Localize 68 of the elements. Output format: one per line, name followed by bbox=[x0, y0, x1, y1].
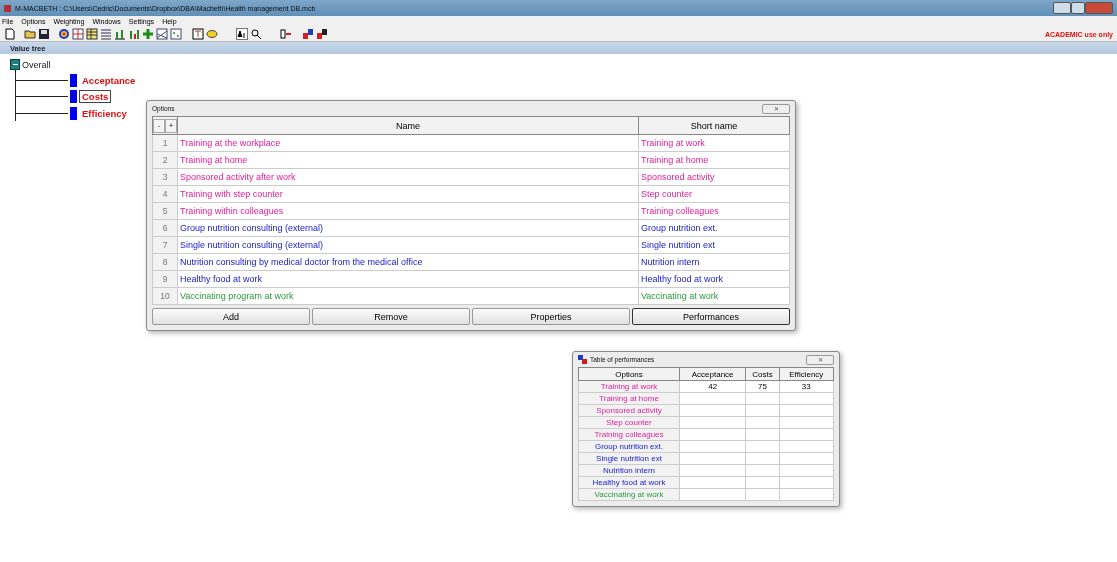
save-icon[interactable] bbox=[38, 28, 50, 40]
option-short-name: Training at home bbox=[599, 394, 659, 403]
option-short-name: Healthy food at work bbox=[641, 274, 724, 284]
plus-icon[interactable] bbox=[142, 28, 154, 40]
action-button[interactable]: Properties bbox=[472, 308, 630, 325]
option-short-name: Single nutrition ext bbox=[596, 454, 662, 463]
bar-chart-icon[interactable] bbox=[128, 28, 140, 40]
column-header: Costs bbox=[745, 367, 780, 381]
action-button[interactable]: Remove bbox=[312, 308, 470, 325]
node-marker bbox=[70, 90, 77, 104]
option-short-name: Single nutrition ext bbox=[641, 240, 716, 250]
list-icon[interactable] bbox=[100, 28, 112, 40]
column-header: Short name bbox=[638, 116, 790, 135]
option-short-name: Training at work bbox=[641, 138, 705, 148]
option-short-name: Group nutrition ext. bbox=[594, 442, 663, 451]
minimize-button[interactable] bbox=[1053, 2, 1071, 14]
scatter-icon[interactable] bbox=[170, 28, 182, 40]
option-short-name: Group nutrition ext. bbox=[641, 223, 718, 233]
node-marker bbox=[70, 106, 77, 120]
tree-node-label[interactable]: Overall bbox=[22, 59, 51, 70]
action-button[interactable]: Performances bbox=[632, 308, 790, 325]
option-name: Training with step counter bbox=[180, 189, 283, 199]
app-icon bbox=[4, 4, 11, 12]
score-value: 33 bbox=[779, 380, 834, 393]
option-name: Training within colleagues bbox=[180, 206, 284, 216]
option-short-name: Vaccinating at work bbox=[594, 490, 664, 499]
option-name: Sponsored activity after work bbox=[180, 172, 296, 182]
option-short-name: Vaccinating at work bbox=[641, 291, 719, 301]
option-name: Healthy food at work bbox=[180, 274, 263, 284]
option-name: Single nutrition consulting (external) bbox=[180, 240, 324, 250]
score-value: 42 bbox=[679, 380, 746, 393]
option-short-name: Nutrition intern bbox=[603, 466, 655, 475]
collapse-toggle[interactable] bbox=[10, 59, 20, 70]
option-short-name: Step counter bbox=[606, 418, 652, 427]
tree-node-label[interactable]: Efficiency bbox=[79, 106, 130, 120]
option-short-name: Sponsored activity bbox=[596, 406, 662, 415]
option-short-name: Nutrition intern bbox=[641, 257, 700, 267]
column-header: Acceptance bbox=[679, 367, 746, 381]
line-chart-icon[interactable] bbox=[156, 28, 168, 40]
option-name: Nutrition consulting by medical doctor from the medical office bbox=[180, 257, 423, 267]
option-short-name: Training colleagues bbox=[641, 206, 719, 216]
option-name: Training at the workplace bbox=[180, 138, 281, 148]
column-header: Name bbox=[177, 116, 639, 135]
column-header: Efficiency bbox=[779, 367, 834, 381]
target-icon[interactable] bbox=[58, 28, 70, 40]
table-icon[interactable] bbox=[86, 28, 98, 40]
option-name: Vaccinating program at work bbox=[180, 291, 294, 301]
option-name: Group nutrition consulting (external) bbox=[180, 223, 324, 233]
option-name: Training at home bbox=[180, 155, 248, 165]
option-short-name: Training at work bbox=[600, 382, 658, 391]
node-marker bbox=[70, 74, 77, 88]
score-value: 75 bbox=[745, 380, 780, 393]
option-short-name: Step counter bbox=[641, 189, 693, 199]
matrix-icon[interactable] bbox=[72, 28, 84, 40]
app-icon bbox=[578, 355, 587, 364]
option-short-name: Training at home bbox=[641, 155, 709, 165]
option-short-name: Healthy food at work bbox=[592, 478, 666, 487]
maximize-button[interactable] bbox=[1071, 2, 1085, 14]
bar-chart-icon[interactable] bbox=[114, 28, 126, 40]
report-icon[interactable] bbox=[192, 28, 204, 40]
column-header: Options bbox=[578, 367, 680, 381]
option-short-name: Training colleagues bbox=[594, 430, 664, 439]
search-icon[interactable] bbox=[250, 28, 262, 40]
option-short-name: Sponsored activity bbox=[641, 172, 715, 182]
tree-node-label[interactable]: Costs bbox=[79, 90, 112, 104]
tree-node-label[interactable]: Acceptance bbox=[79, 74, 139, 88]
action-button[interactable]: Add bbox=[152, 308, 310, 325]
text-size-icon[interactable] bbox=[236, 28, 248, 40]
